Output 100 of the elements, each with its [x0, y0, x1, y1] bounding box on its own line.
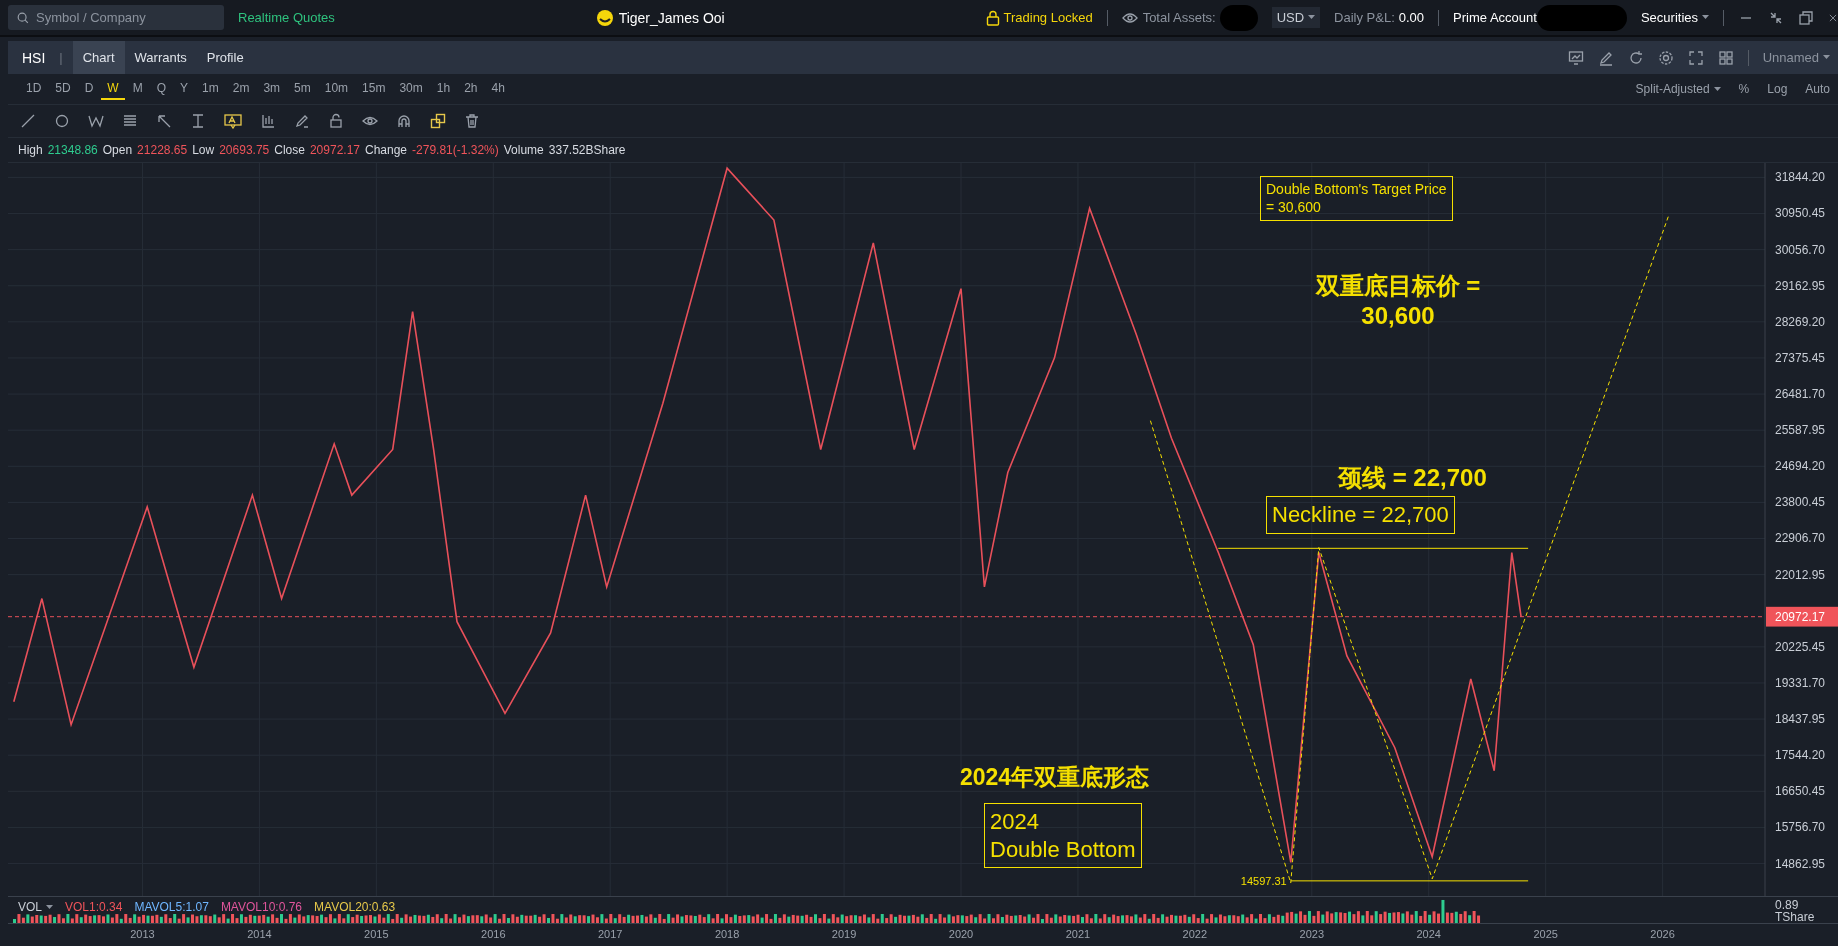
refresh-icon[interactable]: [1627, 49, 1644, 66]
interval-button[interactable]: D: [78, 78, 100, 100]
y-axis-label: 31844.20: [1775, 170, 1825, 185]
interval-button[interactable]: 2h: [458, 78, 484, 100]
x-axis-label: 2023: [1299, 928, 1325, 940]
total-assets-label: Total Assets:: [1142, 10, 1216, 25]
grid-layout-icon[interactable]: [1717, 49, 1734, 66]
user-name: Tiger_James Ooi: [618, 9, 725, 26]
y-axis-label: 30950.45: [1775, 206, 1825, 221]
interval-button[interactable]: 10m: [318, 78, 355, 100]
arrow-tool-icon[interactable]: [156, 113, 172, 129]
quote-value: 337.52BShare: [548, 143, 626, 157]
caret-icon: [1702, 15, 1709, 20]
view-tab[interactable]: Chart: [72, 41, 125, 74]
circle-tool-icon[interactable]: [54, 113, 70, 129]
fullscreen-icon[interactable]: [1687, 49, 1704, 66]
realtime-quotes-link[interactable]: Realtime Quotes: [238, 10, 335, 25]
interval-button[interactable]: 1h: [430, 78, 457, 100]
percent-button[interactable]: %: [1738, 82, 1750, 96]
y-axis-label: 22012.95: [1775, 567, 1825, 582]
interval-button[interactable]: 4h: [485, 78, 511, 100]
quote-value: -279.81(-1.32%): [412, 143, 499, 157]
interval-button[interactable]: Q: [150, 78, 173, 100]
volume-axis-value: 0.89: [1775, 899, 1800, 911]
separator-text: |: [59, 50, 63, 65]
y-axis-label: 28269.20: [1775, 314, 1825, 329]
annotation-box: 2024 Double Bottom: [984, 803, 1142, 868]
interval-button[interactable]: 5D: [49, 78, 77, 100]
layout-dropdown[interactable]: Unnamed: [1762, 50, 1830, 65]
interval-button[interactable]: Y: [174, 78, 195, 100]
currency-dropdown[interactable]: USD: [1271, 7, 1321, 28]
x-axis-label: 2021: [1065, 928, 1091, 940]
daily-pnl-label: Daily P&L:: [1334, 10, 1395, 25]
annotation-box: Double Bottom's Target Price = 30,600: [1260, 176, 1453, 221]
adjustment-dropdown[interactable]: Split-Adjusted: [1635, 82, 1721, 96]
search-field[interactable]: Symbol / Company: [8, 5, 224, 30]
y-axis-label: 19331.70: [1775, 676, 1825, 690]
caret-icon: [1713, 86, 1721, 92]
unlock-icon[interactable]: [328, 113, 344, 129]
x-axis-label: 2014: [247, 928, 272, 940]
lock-icon: [985, 9, 1000, 26]
interval-button[interactable]: 5m: [288, 78, 317, 100]
interval-button[interactable]: 15m: [356, 78, 392, 100]
interval-button[interactable]: M: [126, 78, 149, 100]
magnet-icon[interactable]: [396, 113, 412, 129]
quote-value: 21228.65: [137, 143, 188, 157]
x-axis-label: 2019: [831, 928, 857, 940]
close-icon[interactable]: [1828, 12, 1838, 23]
quote-value: 21348.86: [47, 143, 98, 157]
y-axis-label: 20225.45: [1775, 639, 1825, 654]
y-axis-label: 30056.70: [1775, 242, 1825, 257]
volume-indicator: MAVOL5:1.07: [134, 900, 209, 914]
annotation-text: 颈线 = 22,700: [1338, 463, 1487, 493]
bar-tool-icon[interactable]: [260, 113, 276, 129]
log-button[interactable]: Log: [1767, 82, 1788, 96]
x-axis-label: 2017: [597, 928, 623, 940]
wave-tool-icon[interactable]: [88, 113, 104, 129]
account-label: Prime Account: [1453, 10, 1537, 25]
search-icon[interactable]: [16, 11, 30, 25]
auto-button[interactable]: Auto: [1805, 82, 1830, 96]
trash-icon[interactable]: [464, 113, 480, 129]
interval-button[interactable]: W: [101, 78, 125, 100]
view-tab[interactable]: Profile: [196, 41, 254, 74]
text-tool-icon[interactable]: [224, 113, 242, 129]
volume-dropdown[interactable]: VOL: [18, 900, 53, 914]
trading-locked-button[interactable]: Trading Locked: [985, 9, 1093, 26]
view-tab[interactable]: Warrants: [124, 41, 197, 74]
x-axis-label: 2015: [364, 928, 389, 940]
y-axis-label: 14862.95: [1775, 856, 1825, 871]
link-shapes-icon[interactable]: [430, 113, 446, 129]
caret-icon: [46, 904, 53, 910]
interval-button[interactable]: 1D: [20, 78, 48, 100]
quote-label: Change: [365, 143, 408, 157]
interval-button[interactable]: 30m: [393, 78, 429, 100]
y-axis-label: 17544.20: [1775, 748, 1825, 763]
settings-icon[interactable]: [1657, 49, 1674, 66]
y-axis-label: 22906.70: [1775, 531, 1825, 546]
interval-button[interactable]: 1m: [196, 78, 225, 100]
x-axis-label: 2020: [948, 928, 974, 940]
y-axis-label: 26481.70: [1775, 387, 1825, 401]
y-axis-label: 24694.20: [1775, 459, 1825, 474]
quote-label: High: [18, 143, 43, 157]
securities-dropdown[interactable]: Securities: [1640, 10, 1709, 25]
y-axis-label: 15756.70: [1775, 820, 1825, 835]
measure-tool-icon[interactable]: [190, 113, 206, 129]
y-axis-label: 29162.95: [1775, 278, 1825, 293]
caret-icon: [1308, 15, 1316, 20]
brush-icon[interactable]: [294, 113, 310, 129]
interval-button[interactable]: 3m: [257, 78, 287, 100]
x-axis-label: 2018: [714, 928, 740, 940]
daily-pnl-value: 0.00: [1398, 10, 1425, 25]
quote-label: Low: [192, 143, 215, 157]
restore-icon[interactable]: [1798, 9, 1814, 26]
symbol-label: HSI: [22, 49, 46, 66]
quote-value: 20972.17: [309, 143, 360, 157]
x-axis-label: 2022: [1182, 928, 1208, 940]
line-tool-icon[interactable]: [20, 113, 36, 129]
monitor-chart-icon[interactable]: [1567, 49, 1584, 66]
interval-button[interactable]: 2m: [226, 78, 256, 100]
x-axis-label: 2013: [130, 928, 155, 940]
